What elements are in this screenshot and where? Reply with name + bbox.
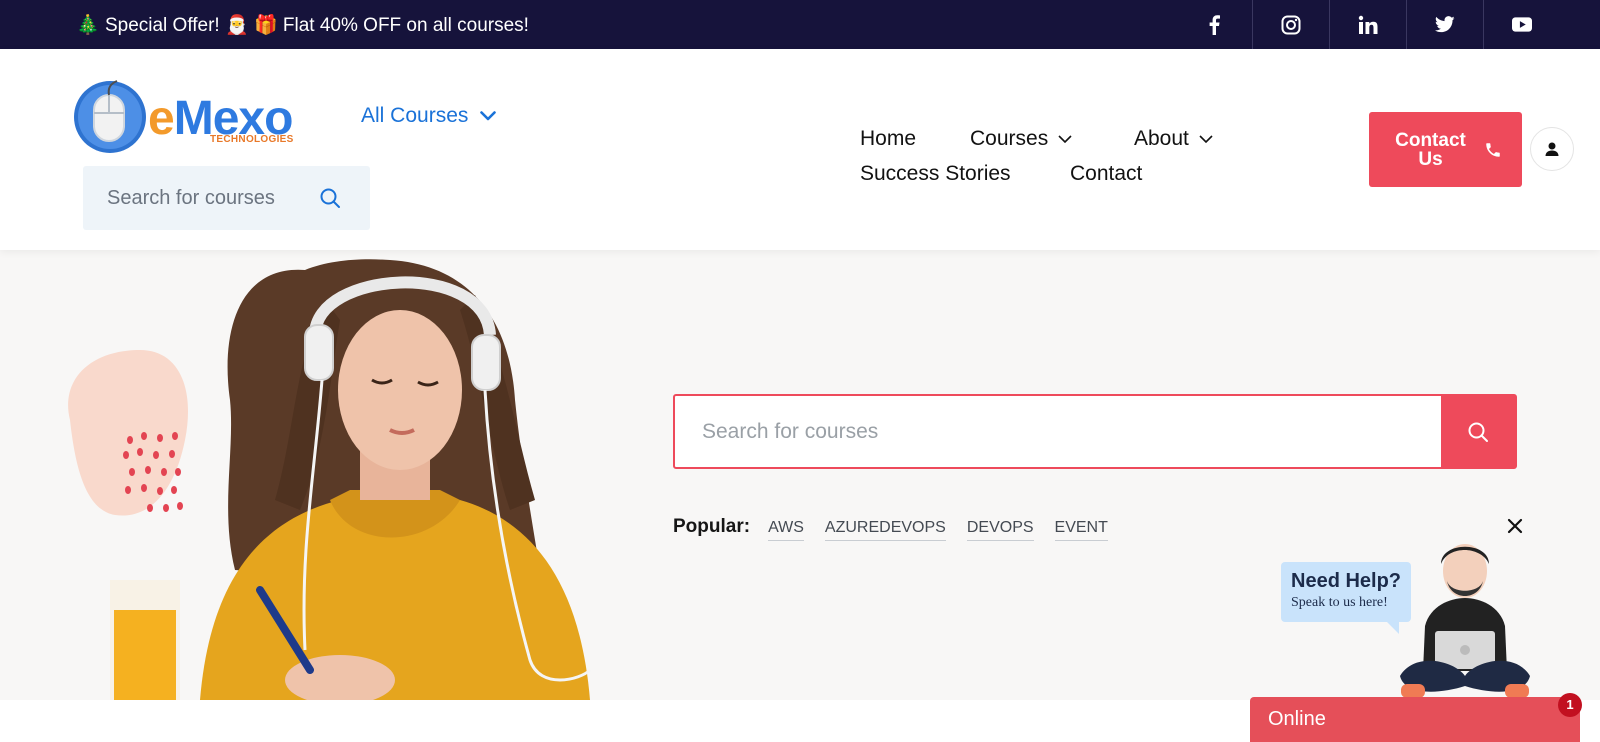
search-icon <box>1468 422 1488 442</box>
support-mascot-image <box>1400 544 1530 698</box>
need-help-bubble[interactable]: Need Help? Speak to us here! <box>1281 562 1411 634</box>
emexo-logo[interactable]: eMexo TECHNOLOGIES <box>72 77 312 157</box>
instagram-icon <box>1281 15 1301 34</box>
online-status-label: Online <box>1268 708 1326 730</box>
nav-success-stories[interactable]: Success Stories <box>860 162 1011 186</box>
popular-tag-azuredevops[interactable]: AZUREDEVOPS <box>824 519 946 541</box>
contact-us-button[interactable]: Contact Us <box>1369 112 1522 187</box>
promo-text-suffix: Flat 40% OFF on all courses! <box>282 15 529 36</box>
chat-online-bar[interactable]: Online <box>1250 697 1580 742</box>
hero-search-button[interactable] <box>1441 396 1515 467</box>
chat-notification-badge: 1 <box>1558 693 1582 717</box>
twitter-icon <box>1435 16 1455 33</box>
instagram-link[interactable] <box>1252 0 1329 49</box>
nav-courses[interactable]: Courses <box>970 127 1072 151</box>
phone-icon <box>1485 142 1500 157</box>
logo-subtitle: TECHNOLOGIES <box>210 134 294 145</box>
tree-emoji: 🎄 <box>76 15 100 36</box>
gift-emoji: 🎁 <box>253 15 278 36</box>
youtube-link[interactable] <box>1483 0 1560 49</box>
chevron-down-icon <box>1058 135 1072 143</box>
popular-label: Popular: <box>673 516 751 537</box>
promo-banner: 🎄 Special Offer! 🎅 🎁 Flat 40% OFF on all… <box>76 13 529 37</box>
popular-tag-aws[interactable]: AWS <box>768 519 804 541</box>
popular-tag-devops[interactable]: DEVOPS <box>966 519 1034 541</box>
popular-searches: Popular: AWS AZUREDEVOPS DEVOPS EVENT <box>673 516 1129 541</box>
nav-success-label: Success Stories <box>860 162 1011 185</box>
close-icon[interactable] <box>1505 516 1525 536</box>
nav-about[interactable]: About <box>1134 127 1213 151</box>
linkedin-link[interactable] <box>1329 0 1406 49</box>
social-links <box>1175 0 1560 49</box>
hero-search-input[interactable] <box>675 396 1443 467</box>
santa-emoji: 🎅 <box>225 15 249 36</box>
page: 🎄 Special Offer! 🎅 🎁 Flat 40% OFF on all… <box>0 0 1600 742</box>
header-search <box>83 166 370 230</box>
site-header: eMexo TECHNOLOGIES All Courses Home Cour… <box>0 49 1600 250</box>
header-search-input[interactable] <box>83 166 323 230</box>
nav-courses-label: Courses <box>970 127 1049 150</box>
facebook-link[interactable] <box>1175 0 1252 49</box>
linkedin-icon <box>1358 15 1378 34</box>
need-help-title: Need Help? <box>1291 570 1402 592</box>
student-hero-image <box>68 259 592 700</box>
nav-contact-label: Contact <box>1070 162 1143 185</box>
nav-about-label: About <box>1134 127 1189 150</box>
nav-home-label: Home <box>860 127 917 150</box>
hero-search <box>673 394 1517 469</box>
search-icon[interactable] <box>318 186 342 210</box>
logo-letter-e: e <box>148 92 175 145</box>
hero-section: Popular: AWS AZUREDEVOPS DEVOPS EVENT <box>0 250 1600 700</box>
user-icon <box>1545 142 1559 156</box>
promo-text-prefix: Special Offer! <box>104 15 220 36</box>
chevron-down-icon <box>480 111 497 121</box>
facebook-icon <box>1209 14 1220 35</box>
all-courses-label: All Courses <box>361 104 469 127</box>
top-bar: 🎄 Special Offer! 🎅 🎁 Flat 40% OFF on all… <box>0 0 1600 49</box>
contact-us-label: Contact Us <box>1395 129 1466 170</box>
user-account-button[interactable] <box>1530 127 1574 171</box>
all-courses-dropdown[interactable]: All Courses <box>361 104 497 128</box>
popular-tag-event[interactable]: EVENT <box>1054 519 1108 541</box>
need-help-subtitle: Speak to us here! <box>1291 595 1388 610</box>
twitter-link[interactable] <box>1406 0 1483 49</box>
mouse-logo-icon <box>74 80 146 153</box>
nav-contact[interactable]: Contact <box>1070 162 1142 186</box>
nav-home[interactable]: Home <box>860 127 916 151</box>
chevron-down-icon <box>1199 135 1213 143</box>
youtube-icon <box>1512 17 1532 32</box>
